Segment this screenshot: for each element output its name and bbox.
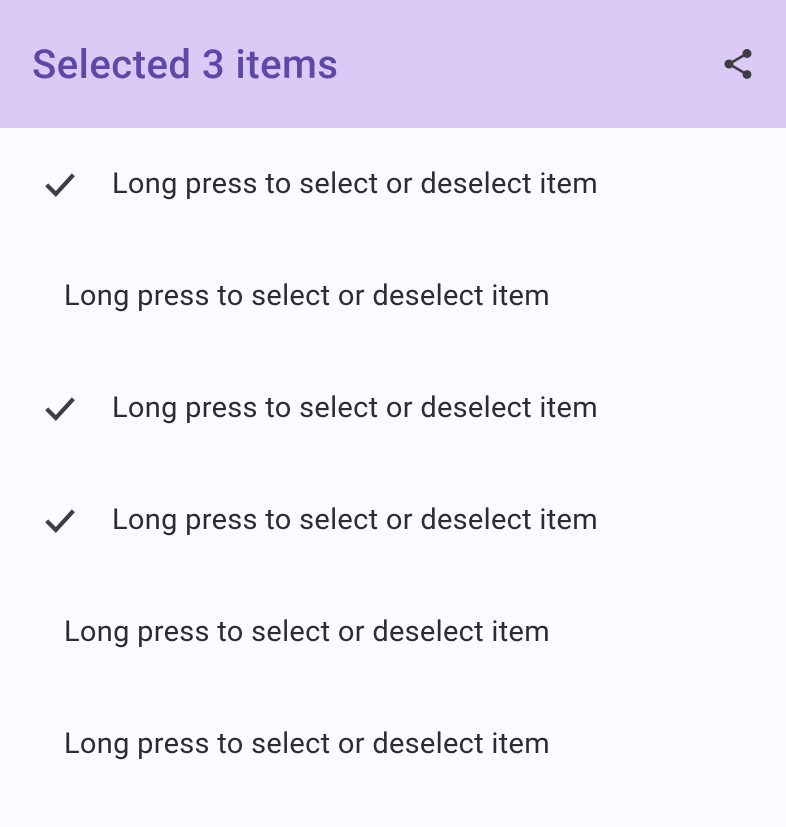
- list-item-label: Long press to select or deselect item: [112, 167, 598, 201]
- list: Long press to select or deselect item Lo…: [0, 128, 786, 800]
- list-item-label: Long press to select or deselect item: [112, 503, 598, 537]
- list-item[interactable]: Long press to select or deselect item: [0, 240, 786, 352]
- check-icon: [40, 500, 80, 540]
- appbar-title: Selected 3 items: [32, 41, 338, 88]
- list-item[interactable]: Long press to select or deselect item: [0, 128, 786, 240]
- list-item-label: Long press to select or deselect item: [64, 727, 550, 761]
- list-item[interactable]: Long press to select or deselect item: [0, 576, 786, 688]
- check-icon: [40, 388, 80, 428]
- list-item-label: Long press to select or deselect item: [64, 615, 550, 649]
- list-item-label: Long press to select or deselect item: [112, 391, 598, 425]
- share-icon[interactable]: [718, 44, 758, 84]
- list-item[interactable]: Long press to select or deselect item: [0, 688, 786, 800]
- check-icon: [40, 164, 80, 204]
- list-item[interactable]: Long press to select or deselect item: [0, 352, 786, 464]
- appbar: Selected 3 items: [0, 0, 786, 128]
- list-item[interactable]: Long press to select or deselect item: [0, 464, 786, 576]
- list-item-label: Long press to select or deselect item: [64, 279, 550, 313]
